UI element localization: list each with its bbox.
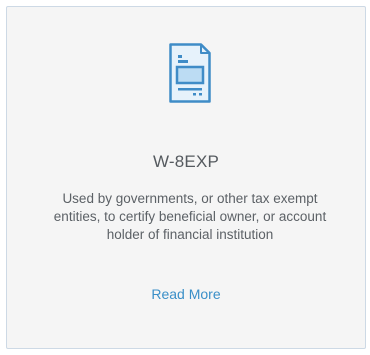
document-form-icon (169, 43, 211, 103)
form-title: W-8EXP (152, 152, 220, 171)
read-more-link[interactable]: Read More (7, 286, 365, 302)
form-description: Used by governments, or other tax exempt… (53, 191, 327, 242)
form-card[interactable]: W-8EXP Used by governments, or other tax… (6, 6, 366, 349)
